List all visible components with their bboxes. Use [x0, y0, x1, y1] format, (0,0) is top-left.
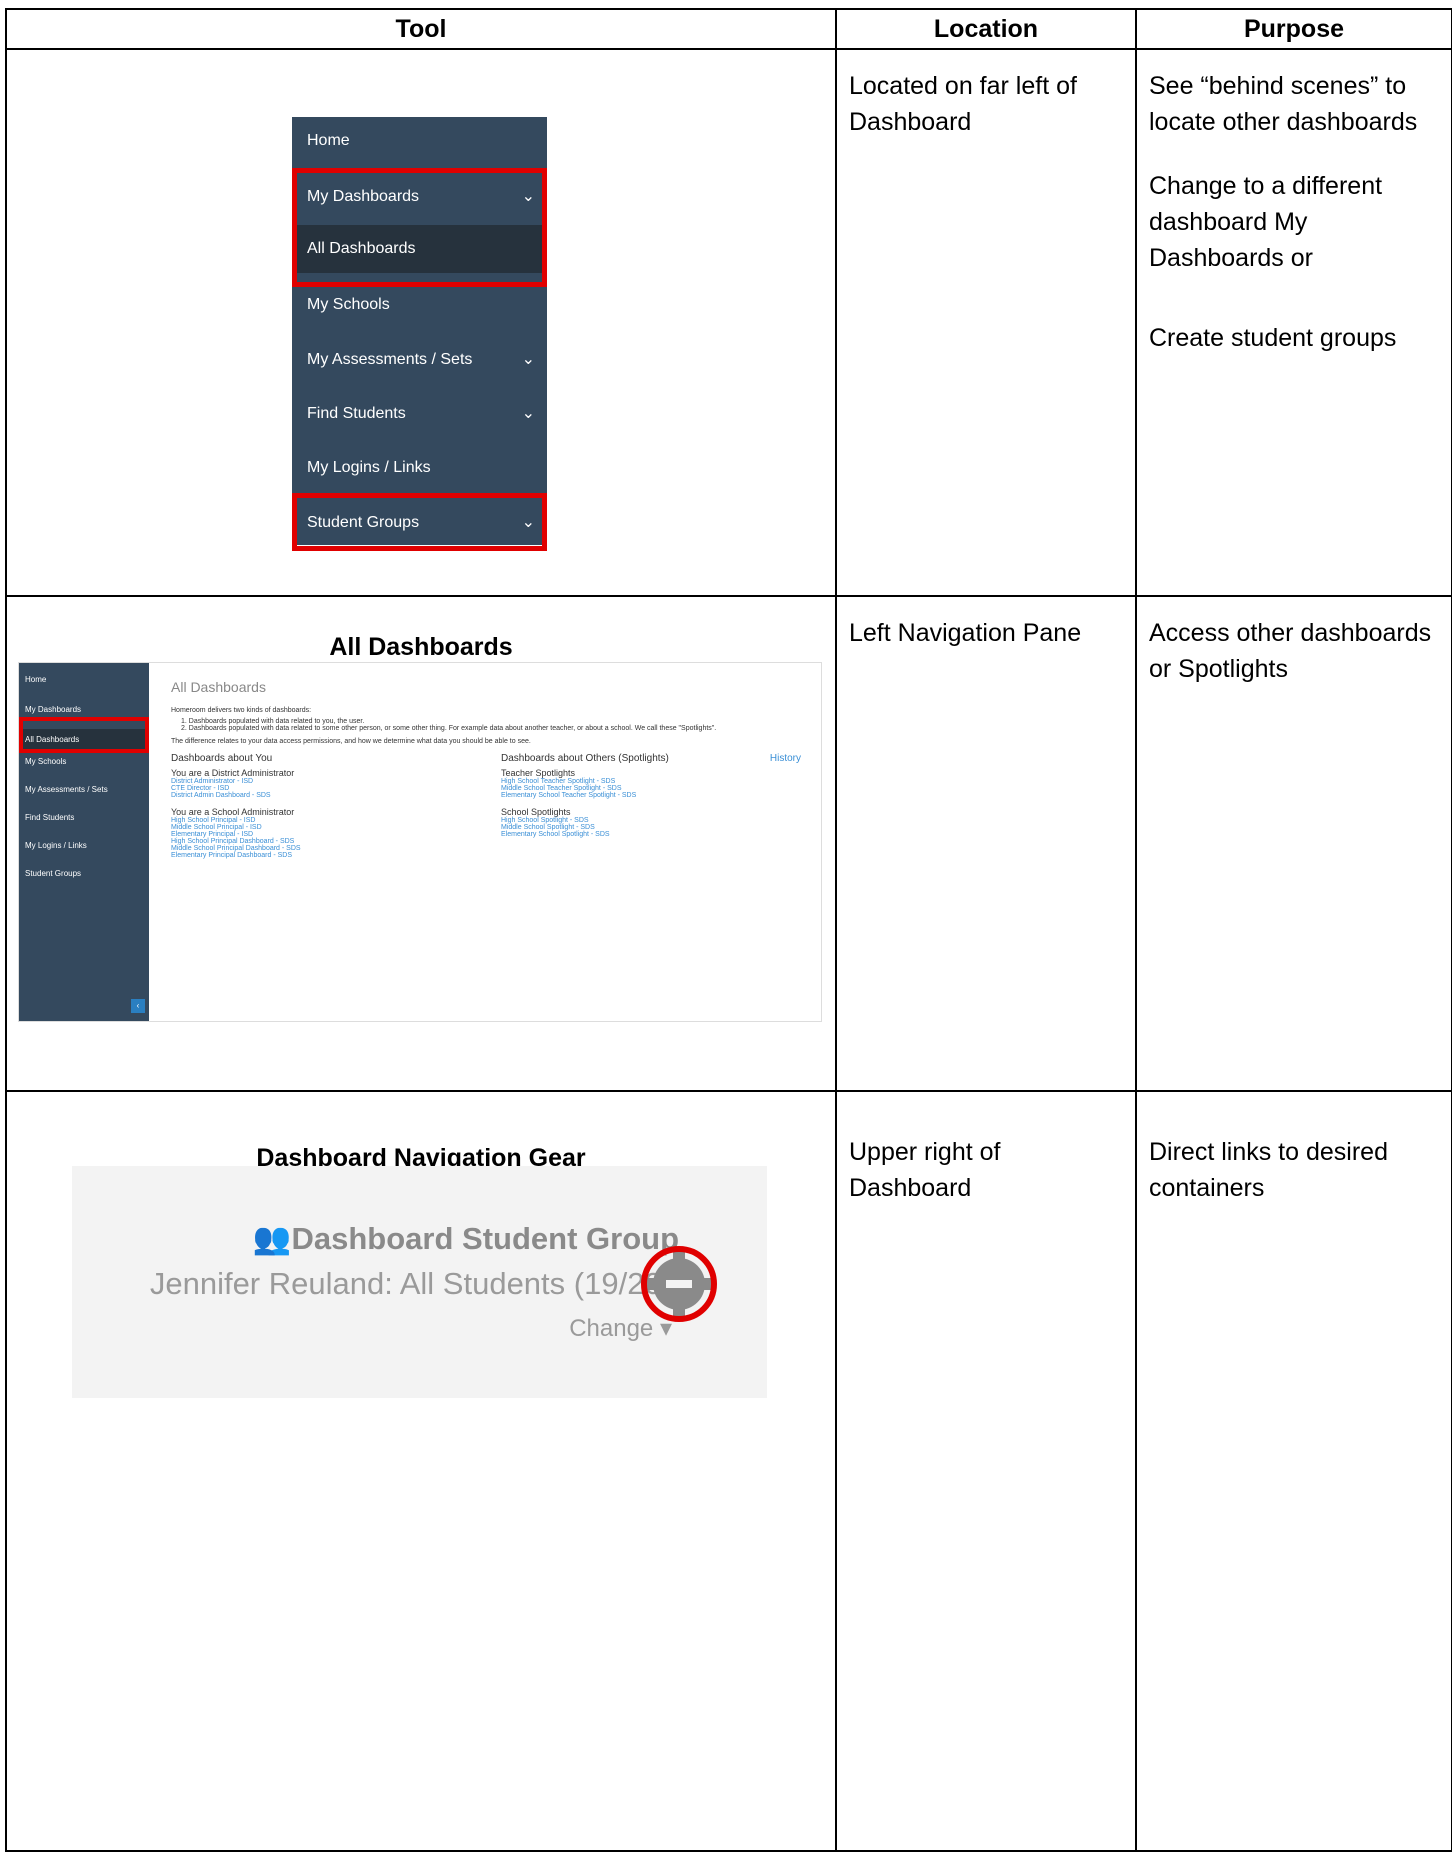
teacher-spotlights-heading: Teacher Spotlights: [501, 768, 576, 778]
sidebar-home: Home: [25, 675, 47, 684]
nav-item-my-schools[interactable]: My Schools: [292, 281, 547, 329]
location-2: Left Navigation Pane: [849, 619, 1082, 647]
users-icon: 👥: [252, 1221, 292, 1256]
collapse-icon[interactable]: ‹: [131, 999, 145, 1013]
student-group-subtitle: Jennifer Reuland: All Students (19/20): [149, 1266, 672, 1301]
school-link[interactable]: Middle School Principal - ISD: [171, 824, 481, 831]
location-cell-3: Upper right of Dashboard: [835, 1090, 1137, 1852]
district-link[interactable]: District Admin Dashboard - SDS: [171, 792, 481, 799]
screenshot-content: All Dashboards Homeroom delivers two kin…: [171, 679, 811, 859]
highlight-box-student-groups: [292, 493, 547, 551]
highlight-box-dashboards: [292, 168, 547, 287]
nav-item-home[interactable]: Home: [292, 117, 547, 165]
sidebar-student-groups: Student Groups: [25, 869, 82, 878]
screenshot-point1: 1. Dashboards populated with data relate…: [181, 718, 365, 725]
school-link[interactable]: High School Principal - ISD: [171, 817, 481, 824]
school-link[interactable]: High School Principal Dashboard - SDS: [171, 838, 481, 845]
teacher-spotlight-link[interactable]: High School Teacher Spotlight - SDS: [501, 778, 801, 785]
location-cell-2: Left Navigation Pane: [835, 595, 1137, 1092]
teacher-spotlight-link[interactable]: Elementary School Teacher Spotlight - SD…: [501, 792, 801, 799]
district-link[interactable]: District Administrator - ISD: [171, 778, 481, 785]
school-spotlights-heading: School Spotlights: [501, 807, 571, 817]
tool-title-2: All Dashboards: [329, 633, 513, 661]
about-others-heading: Dashboards about Others (Spotlights): [501, 753, 669, 764]
all-dashboards-screenshot: Home My Dashboards All Dashboards My Sch…: [18, 662, 822, 1022]
location-3: Upper right of Dashboard: [849, 1138, 1001, 1202]
student-group-title: 👥Dashboard Student Group: [252, 1221, 679, 1256]
highlight-box-all-dashboards: [19, 717, 149, 753]
purpose-cell-3: Direct links to desired containers: [1135, 1090, 1452, 1852]
history-link[interactable]: History: [770, 753, 801, 764]
nav-item-find-students[interactable]: Find Students ⌄: [292, 390, 547, 438]
header-row: Tool Location Purpose: [5, 8, 1452, 50]
about-you-heading: Dashboards about You: [171, 753, 273, 764]
sidebar-find-students: Find Students: [25, 813, 75, 822]
header-location: Location: [835, 8, 1137, 50]
purpose-3: Direct links to desired containers: [1149, 1138, 1388, 1202]
screenshot-point2: 2. Dashboards populated with data relate…: [181, 725, 717, 732]
location-1: Located on far left of Dashboard: [849, 72, 1077, 136]
school-link[interactable]: Middle School Principal Dashboard - SDS: [171, 845, 481, 852]
school-admin-heading: You are a School Administrator: [171, 807, 295, 817]
purpose-cell-2: Access other dashboards or Spotlights: [1135, 595, 1452, 1092]
purpose-1c: Create student groups: [1149, 324, 1397, 352]
header-purpose: Purpose: [1135, 8, 1452, 50]
chevron-down-icon: ⌄: [521, 351, 535, 368]
teacher-spotlight-link[interactable]: Middle School Teacher Spotlight - SDS: [501, 785, 801, 792]
purpose-2: Access other dashboards or Spotlights: [1149, 619, 1432, 683]
screenshot-title: All Dashboards: [171, 679, 266, 695]
sidebar-my-logins: My Logins / Links: [25, 841, 87, 850]
school-spotlight-link[interactable]: Middle School Spotlight - SDS: [501, 824, 801, 831]
sidebar-my-schools: My Schools: [25, 757, 67, 766]
nav-item-my-logins[interactable]: My Logins / Links: [292, 444, 547, 492]
nav-item-my-assessments[interactable]: My Assessments / Sets ⌄: [292, 336, 547, 384]
sidebar-my-assessments: My Assessments / Sets: [25, 785, 108, 794]
sidebar-my-dashboards: My Dashboards: [25, 705, 82, 714]
purpose-1a: See “behind scenes” to locate other dash…: [1149, 72, 1418, 136]
location-cell-1: Located on far left of Dashboard: [835, 48, 1137, 597]
school-link[interactable]: Elementary Principal - ISD: [171, 831, 481, 838]
purpose-1b: Change to a different dashboard My Dashb…: [1149, 172, 1383, 272]
district-admin-heading: You are a District Administrator: [171, 768, 295, 778]
school-spotlight-link[interactable]: High School Spotlight - SDS: [501, 817, 801, 824]
header-tool: Tool: [5, 8, 837, 50]
school-link[interactable]: Elementary Principal Dashboard - SDS: [171, 852, 481, 859]
district-link[interactable]: CTE Director - ISD: [171, 785, 481, 792]
screenshot-difference: The difference relates to your data acce…: [171, 738, 531, 745]
school-spotlight-link[interactable]: Elementary School Spotlight - SDS: [501, 831, 801, 838]
gear-icon[interactable]: [617, 1222, 741, 1346]
chevron-down-icon: ⌄: [521, 405, 535, 422]
purpose-cell-1: See “behind scenes” to locate other dash…: [1135, 48, 1452, 597]
screenshot-intro: Homeroom delivers two kinds of dashboard…: [171, 707, 312, 714]
row-nav-pane: Left Navigation Pane Located on far left…: [5, 48, 1452, 597]
